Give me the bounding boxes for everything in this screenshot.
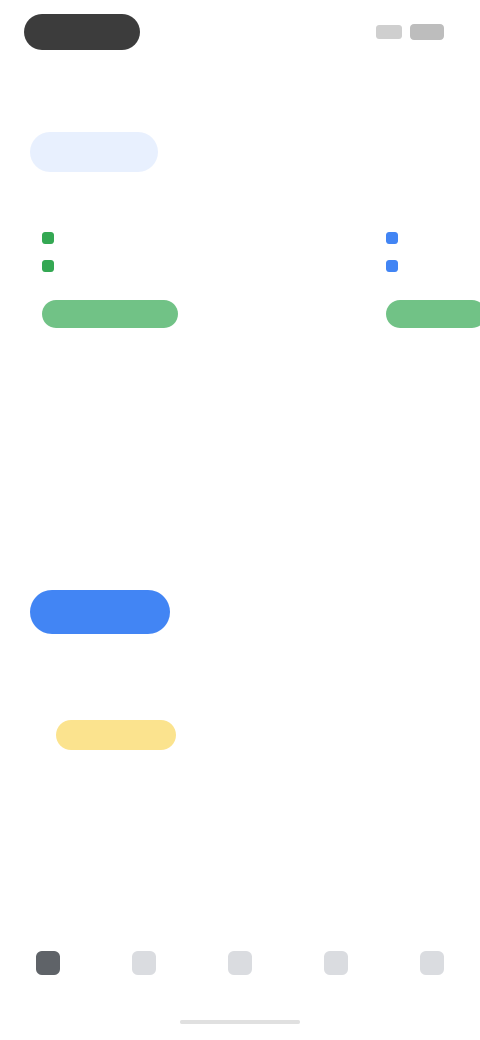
card-segment <box>386 232 480 244</box>
profile-icon <box>420 951 444 975</box>
nav-item-profile[interactable] <box>392 951 472 981</box>
search-icon <box>132 951 156 975</box>
bookmark-icon <box>228 951 252 975</box>
status-bar <box>0 0 480 64</box>
tab-bar <box>30 126 480 178</box>
tab-0[interactable] <box>30 132 158 172</box>
bottom-nav <box>0 926 480 1006</box>
select-button[interactable] <box>42 300 178 328</box>
battery-icon <box>410 24 444 40</box>
card-segment <box>386 260 480 272</box>
promo-badge <box>56 720 176 750</box>
status-dot-icon <box>386 232 398 244</box>
select-button[interactable] <box>386 300 480 328</box>
camera-pill <box>24 14 140 50</box>
option-card[interactable] <box>42 196 342 526</box>
status-dot-icon <box>42 232 54 244</box>
nav-item-notifications[interactable] <box>296 951 376 981</box>
card-header <box>386 196 480 216</box>
signal-icon <box>376 25 402 39</box>
card-header <box>42 196 342 216</box>
status-icons <box>376 24 444 40</box>
nav-item-home[interactable] <box>8 951 88 981</box>
primary-button[interactable] <box>30 590 170 634</box>
nav-item-saved[interactable] <box>200 951 280 981</box>
home-indicator[interactable] <box>180 1020 300 1024</box>
bell-icon <box>324 951 348 975</box>
status-dot-icon <box>386 260 398 272</box>
card-segment <box>42 260 342 272</box>
home-icon <box>36 951 60 975</box>
nav-item-search[interactable] <box>104 951 184 981</box>
card-segment <box>42 232 342 244</box>
page-title <box>32 86 422 110</box>
status-dot-icon <box>42 260 54 272</box>
option-card[interactable] <box>386 196 480 526</box>
